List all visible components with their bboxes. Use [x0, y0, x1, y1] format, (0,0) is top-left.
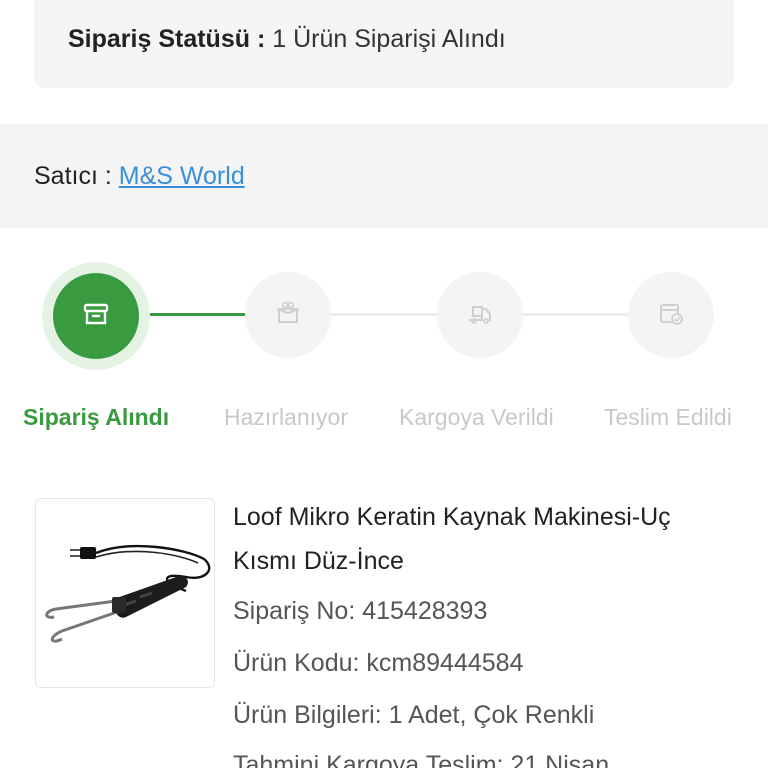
step-order-received	[53, 273, 139, 359]
seller-link[interactable]: M&S World	[119, 162, 245, 190]
box-icon	[81, 299, 111, 334]
progress-line-pending	[521, 313, 629, 316]
step-label-preparing: Hazırlanıyor	[224, 404, 348, 430]
step-preparing	[245, 272, 331, 358]
order-status-value: 1 Ürün Siparişi Alındı	[272, 25, 506, 53]
step-shipped	[437, 272, 523, 358]
order-status-label: Sipariş Statüsü :	[68, 25, 266, 53]
gift-box-icon	[273, 298, 303, 333]
step-label-order-received: Sipariş Alındı	[23, 404, 170, 430]
seller-line: Satıcı : M&S World	[34, 162, 245, 191]
step-label-delivered: Teslim Edildi	[604, 404, 732, 430]
seller-label: Satıcı :	[34, 162, 112, 190]
progress-line-done	[150, 313, 245, 316]
product-code: Ürün Kodu: kcm89444584	[233, 649, 524, 677]
step-delivered	[628, 272, 714, 358]
progress-line-pending	[330, 313, 438, 316]
order-number: Sipariş No: 415428393	[233, 597, 488, 625]
estimated-shipping: Tahmini Kargoya Teslim: 21 Nisan	[233, 751, 610, 768]
calendar-check-icon	[656, 298, 686, 333]
delivery-truck-icon	[465, 298, 495, 333]
product-title[interactable]: Loof Mikro Keratin Kaynak Makinesi-Uç Kı…	[233, 495, 733, 583]
product-image[interactable]	[35, 498, 215, 688]
product-info: Ürün Bilgileri: 1 Adet, Çok Renkli	[233, 701, 595, 729]
order-status-line: Sipariş Statüsü : 1 Ürün Siparişi Alındı	[68, 25, 506, 54]
step-label-shipped: Kargoya Verildi	[399, 404, 554, 430]
